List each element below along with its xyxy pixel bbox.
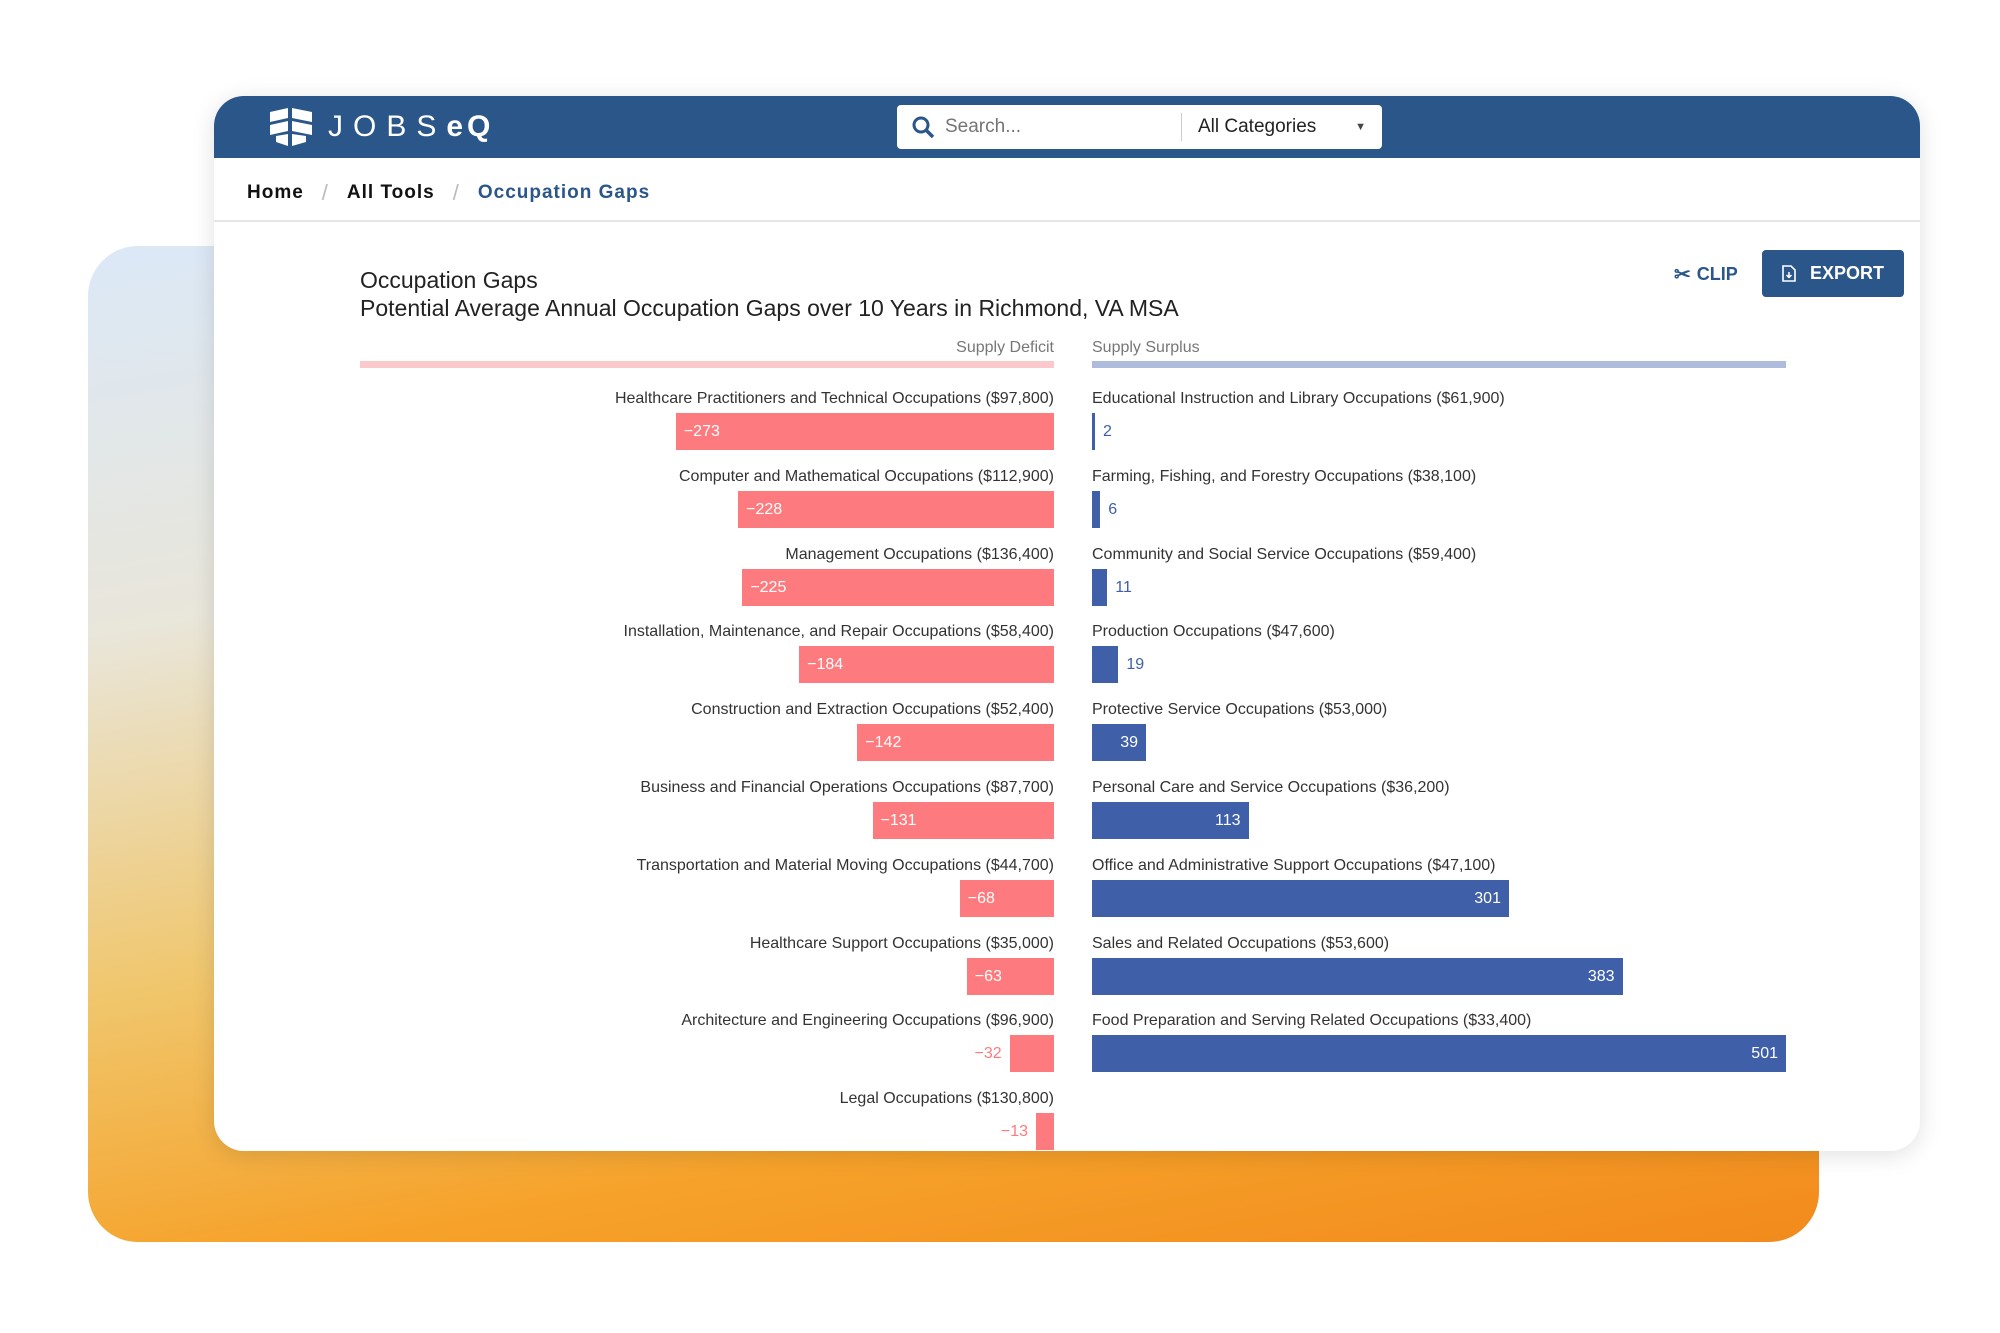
surplus-value-label: 113: [1215, 812, 1241, 829]
surplus-bar: [1092, 1035, 1786, 1073]
surplus-row-label: Food Preparation and Serving Related Occ…: [1092, 1012, 1532, 1030]
surplus-bar: [1092, 568, 1108, 606]
deficit-value-label: −273: [683, 423, 720, 440]
deficit-row-label: Construction and Extraction Occupations …: [691, 701, 1054, 719]
surplus-row-label: Production Occupations ($47,600): [1092, 623, 1335, 641]
deficit-row-label: Architecture and Engineering Occupations…: [681, 1012, 1054, 1030]
surplus-bar: [1092, 646, 1119, 684]
surplus-value-label: 383: [1587, 967, 1615, 985]
deficit-value-label: −228: [746, 500, 783, 518]
deficit-row-label: Business and Financial Operations Occupa…: [640, 779, 1054, 796]
deficit-row-label: Legal Occupations ($130,800): [839, 1090, 1054, 1108]
file-download-icon: [1782, 265, 1796, 282]
deficit-bar: [675, 413, 1054, 450]
clip-label: CLIP: [1696, 264, 1738, 284]
deficit-row-label: Computer and Mathematical Occupations ($…: [678, 467, 1054, 485]
deficit-side-label: Supply Deficit: [956, 339, 1054, 356]
breadcrumb-all-tools[interactable]: All Tools: [347, 182, 435, 204]
breadcrumb-separator: /: [452, 180, 460, 205]
breadcrumb-home[interactable]: Home: [247, 182, 304, 204]
deficit-value-label: −142: [865, 734, 902, 752]
surplus-row-label: Protective Service Occupations ($53,000): [1092, 701, 1388, 719]
surplus-value-label: 39: [1120, 734, 1139, 752]
surplus-bar: [1092, 413, 1095, 450]
surplus-value-label: 2: [1103, 423, 1112, 440]
surplus-bar: [1092, 490, 1101, 528]
breadcrumb-separator: /: [321, 180, 329, 205]
deficit-bar: [1009, 1035, 1054, 1073]
divider: [214, 220, 1920, 222]
surplus-row-label: Educational Instruction and Library Occu…: [1092, 390, 1505, 407]
deficit-bar: [738, 490, 1054, 528]
surplus-value-label: 11: [1115, 578, 1132, 596]
deficit-row-label: Transportation and Material Moving Occup…: [636, 856, 1054, 874]
surplus-axis-line: [1092, 361, 1786, 368]
deficit-bar: [742, 568, 1054, 606]
deficit-value-label: −131: [880, 812, 917, 829]
deficit-bar: [1035, 1113, 1054, 1151]
surplus-row-label: Community and Social Service Occupations…: [1092, 545, 1477, 563]
search-bar: All Categories ▼: [897, 105, 1382, 149]
surplus-bar: [1092, 879, 1509, 917]
caret-down-icon: ▼: [1355, 121, 1366, 133]
logo-mark-icon: [270, 108, 312, 146]
category-selected: All Categories: [1198, 116, 1317, 137]
export-button[interactable]: EXPORT: [1762, 250, 1904, 297]
top-nav: JOBSeQ All Categories ▼: [214, 96, 1920, 158]
surplus-row-label: Sales and Related Occupations ($53,600): [1092, 934, 1390, 952]
surplus-row-label: Personal Care and Service Occupations ($…: [1092, 779, 1450, 796]
breadcrumb-current: Occupation Gaps: [477, 182, 651, 203]
breadcrumb: Home / All Tools / Occupation Gaps: [247, 180, 650, 206]
deficit-value-label: −13: [1000, 1123, 1028, 1141]
chart-title: Occupation Gaps: [360, 267, 538, 293]
chart-subtitle: Potential Average Annual Occupation Gaps…: [360, 295, 1179, 321]
deficit-value-label: −225: [750, 578, 787, 596]
surplus-row-label: Office and Administrative Support Occupa…: [1092, 856, 1496, 874]
chart-heading: Occupation Gaps Potential Average Annual…: [360, 266, 1179, 322]
deficit-row-label: Healthcare Practitioners and Technical O…: [614, 390, 1054, 407]
deficit-value-label: −184: [807, 656, 844, 674]
surplus-row-label: Farming, Fishing, and Forestry Occupatio…: [1092, 467, 1477, 485]
deficit-value-label: −63: [974, 967, 1002, 985]
deficit-value-label: −68: [967, 889, 995, 907]
surplus-value-label: 301: [1474, 889, 1501, 907]
logo-text: JOBSeQ: [328, 110, 495, 143]
deficit-row-label: Healthcare Support Occupations ($35,000): [749, 934, 1054, 952]
app-window: JOBSeQ All Categories ▼ Home / All Tools…: [214, 96, 1920, 1151]
deficit-axis-line: [360, 361, 1054, 368]
surplus-bar: [1092, 957, 1623, 995]
scissors-icon: ✂: [1674, 264, 1691, 286]
clip-button[interactable]: ✂ CLIP: [1674, 262, 1738, 287]
jobseq-logo[interactable]: JOBSeQ: [268, 106, 494, 148]
surplus-side-label: Supply Surplus: [1092, 339, 1200, 356]
search-icon: [903, 115, 943, 139]
search-input[interactable]: [943, 115, 1177, 139]
surplus-value-label: 19: [1126, 656, 1145, 674]
category-dropdown[interactable]: All Categories ▼: [1182, 116, 1382, 138]
deficit-value-label: −32: [974, 1045, 1002, 1063]
export-label: EXPORT: [1809, 263, 1884, 283]
surplus-value-label: 6: [1108, 500, 1118, 518]
deficit-row-label: Installation, Maintenance, and Repair Oc…: [623, 623, 1054, 641]
surplus-value-label: 501: [1751, 1045, 1778, 1063]
deficit-row-label: Management Occupations ($136,400): [785, 545, 1054, 563]
